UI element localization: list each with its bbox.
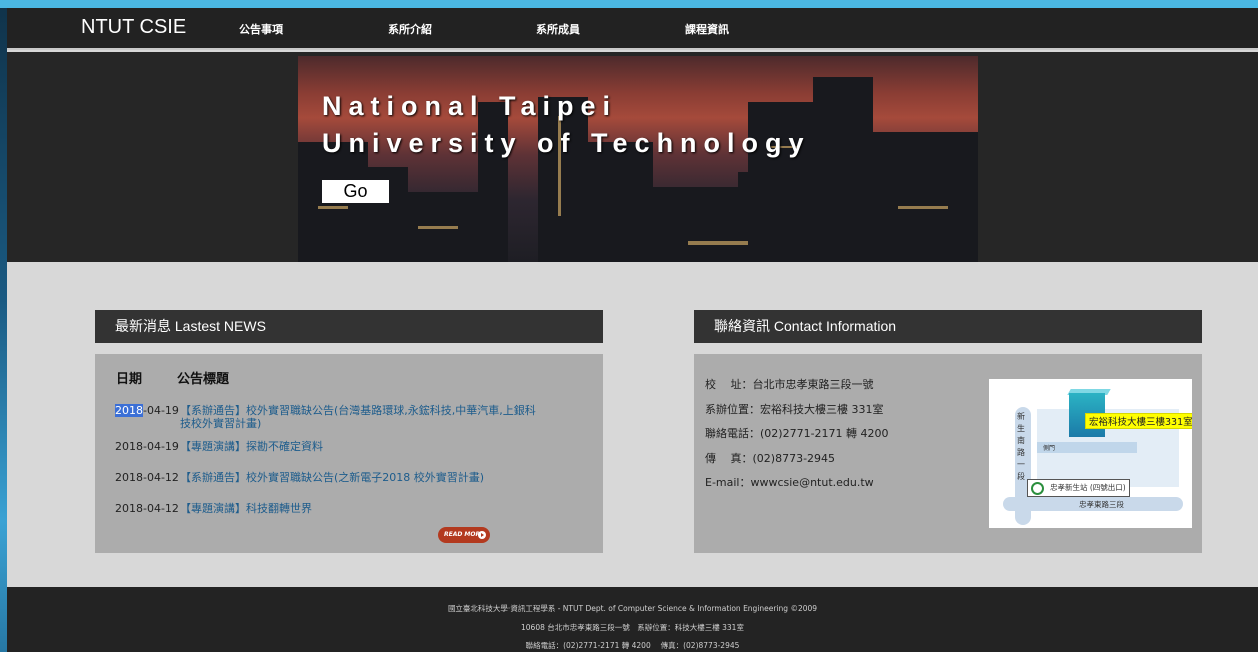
metro-logo-icon <box>1031 482 1044 495</box>
go-button[interactable]: Go <box>322 180 389 203</box>
map-gate-label: 側門 <box>1043 445 1056 452</box>
location-map: 宏裕科技大樓三樓331室 新生南路一段 側門 忠孝新生站 (四號出口) 忠孝東路… <box>989 379 1192 528</box>
news-date: 2018-04-19 <box>115 440 179 453</box>
news-item-link[interactable]: 【系辦通告】校外實習職缺公告(台灣基路環球,永鋐科技,中華汽車,上銀科技校外實習… <box>180 404 540 430</box>
selected-text: 2018 <box>115 404 143 417</box>
hero-title: National Taipei University of Technology <box>322 88 811 162</box>
web-page: NTUT CSIE 公告事項 系所介紹 系所成員 課程資訊 National T… <box>7 8 1258 652</box>
map-road-name: 新生南路一段 <box>1017 412 1025 481</box>
map-station-box: 忠孝新生站 (四號出口) <box>1027 479 1130 497</box>
news-item-link[interactable]: 【系辦通告】校外實習職缺公告(之新電子2018 校外實習計畫) <box>180 471 540 484</box>
contact-fax: 傳 真：(02)8773-2945 <box>705 452 836 465</box>
contact-panel-header: 聯絡資訊 Contact Information <box>694 310 1202 343</box>
map-building-label: 宏裕科技大樓三樓331室 <box>1085 413 1192 429</box>
read-more-button[interactable]: READ MORE <box>438 527 490 543</box>
play-arrow-icon <box>478 531 486 539</box>
city-skyline-image: National Taipei University of Technology… <box>298 56 978 262</box>
contact-office: 系辦位置：宏裕科技大樓三樓 331室 <box>705 403 884 416</box>
news-date: 2018-04-12 <box>115 502 179 515</box>
top-navbar: NTUT CSIE 公告事項 系所介紹 系所成員 課程資訊 <box>7 8 1258 50</box>
news-date: 2018-04-19 <box>115 404 179 417</box>
contact-address: 校 址：台北市忠孝東路三段一號 <box>705 378 874 391</box>
footer: 國立臺北科技大學·資訊工程學系 - NTUT Dept. of Computer… <box>7 587 1258 652</box>
site-brand[interactable]: NTUT CSIE <box>81 16 186 39</box>
nav-item-courses[interactable]: 課程資訊 <box>685 21 729 37</box>
nav-item-department-intro[interactable]: 系所介紹 <box>388 21 432 37</box>
contact-email[interactable]: E-mail：wwwcsie@ntut.edu.tw <box>705 474 874 490</box>
hero-title-line2: University of Technology <box>322 128 811 158</box>
news-item-link[interactable]: 【專題演講】探勘不確定資料 <box>180 440 540 453</box>
hero-title-line1: National Taipei <box>322 91 618 121</box>
nav-item-members[interactable]: 系所成員 <box>536 21 580 37</box>
news-item-link[interactable]: 【專題演講】科技翻轉世界 <box>180 502 540 515</box>
nav-item-announcements[interactable]: 公告事項 <box>239 21 283 37</box>
contact-phone: 聯絡電話：(02)2771-2171 轉 4200 <box>705 427 889 440</box>
news-panel-body <box>95 354 603 553</box>
footer-line-3: 聯絡電話：(02)2771-2171 轉 4200 傳真：(02)8773-29… <box>525 641 740 650</box>
news-panel-header: 最新消息 Lastest NEWS <box>95 310 603 343</box>
news-col-date: 日期 <box>116 372 143 387</box>
map-street-label: 忠孝東路三段 <box>1079 500 1124 509</box>
window-top-border <box>0 0 1258 8</box>
footer-line-1: 國立臺北科技大學·資訊工程學系 - NTUT Dept. of Computer… <box>447 604 818 613</box>
news-col-title: 公告標題 <box>177 372 230 387</box>
news-date: 2018-04-12 <box>115 471 179 484</box>
hero-banner: National Taipei University of Technology… <box>7 52 1258 262</box>
map-station-label: 忠孝新生站 (四號出口) <box>1050 483 1126 492</box>
footer-line-2: 10608 台北市忠孝東路三段一號 系辦位置：科技大樓三樓 331室 <box>521 623 744 632</box>
